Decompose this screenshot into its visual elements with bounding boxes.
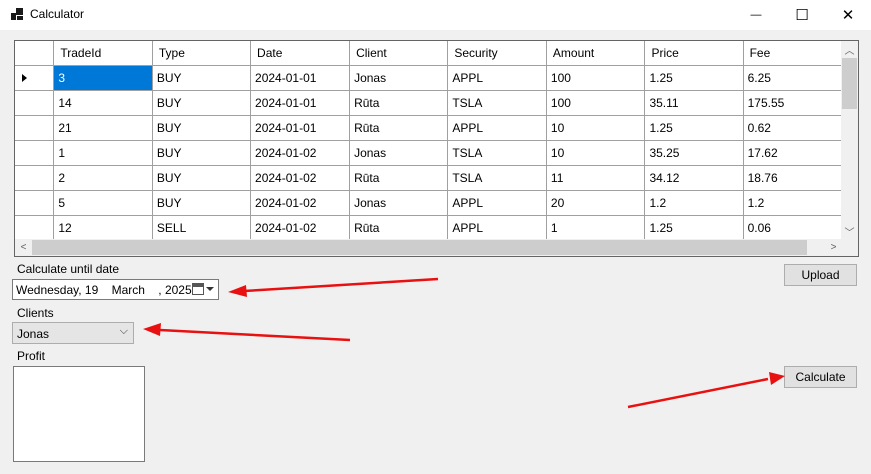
- annotation-arrow-clients: [143, 323, 351, 342]
- annotation-arrows: [143, 277, 785, 409]
- annotation-arrow-date: [228, 277, 439, 297]
- annotation-arrow-calculate: [627, 372, 785, 409]
